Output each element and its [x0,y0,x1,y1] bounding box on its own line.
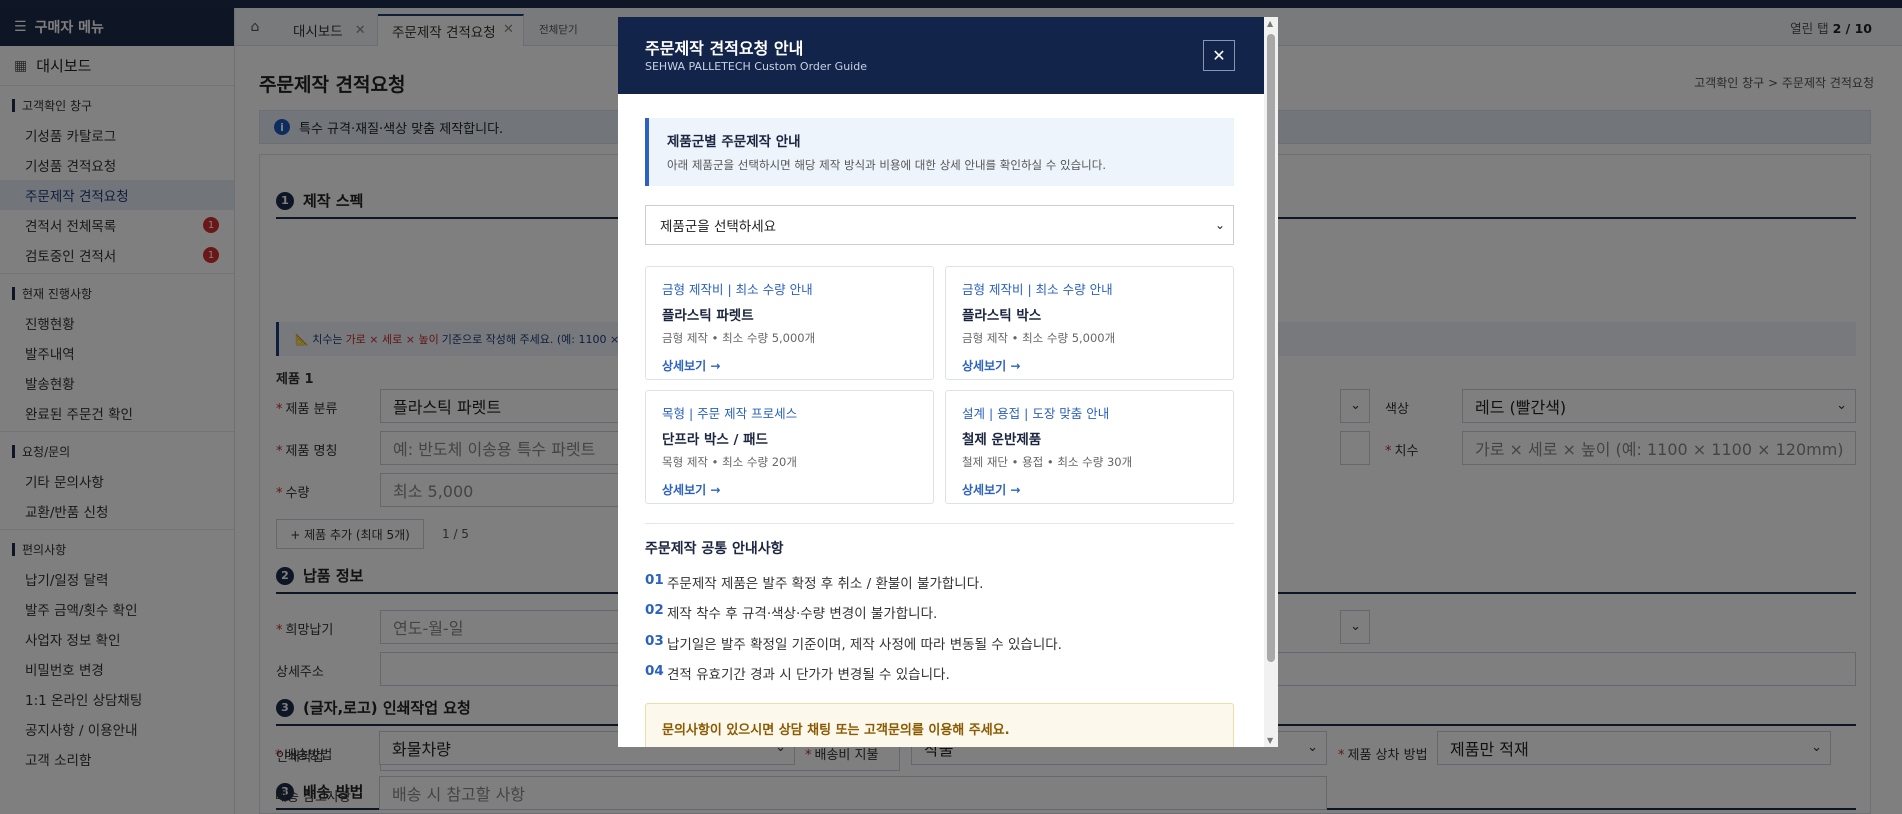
guide-title: 제품군별 주문제작 안내 [667,134,801,150]
scroll-down-arrow-icon[interactable]: ▼ [1267,736,1273,745]
scroll-up-arrow-icon[interactable]: ▲ [1267,19,1273,28]
card-desc: 목형 제작 • 최소 수량 20개 [662,455,797,469]
item-number: 02 [645,602,664,618]
card-desc: 철제 재단 • 용접 • 최소 수량 30개 [962,455,1133,469]
scrollbar-thumb[interactable] [1267,34,1275,662]
product-card-plastic-box[interactable]: 금형 제작비 | 최소 수량 안내 플라스틱 박스 금형 제작 • 최소 수량 … [945,266,1234,380]
item-text: 제작 착수 후 규격·색상·수량 변경이 불가합니다. [667,606,938,622]
common-notice-item: 02 제작 착수 후 규격·색상·수량 변경이 불가합니다. [645,602,937,622]
card-category: 설계 | 용접 | 도장 맞춤 안내 [962,406,1110,421]
card-name: 철제 운반제품 [962,432,1042,448]
item-number: 04 [645,663,664,679]
modal-header: 주문제작 견적요청 안내 SEHWA PALLETECH Custom Orde… [618,17,1264,94]
divider [645,523,1234,524]
contact-notice: 문의사항이 있으시면 상담 채팅 또는 고객문의를 이용해 주세요. [645,703,1234,747]
modal-title: 주문제작 견적요청 안내 [645,39,804,58]
card-desc: 금형 제작 • 최소 수량 5,000개 [962,331,1116,345]
item-number: 03 [645,633,664,649]
detail-link[interactable]: 상세보기 → [962,481,1233,498]
guide-description: 아래 제품군을 선택하시면 해당 제작 방식과 비용에 대한 상세 안내를 확인… [667,158,1106,172]
card-category: 금형 제작비 | 최소 수량 안내 [662,282,813,297]
select-value: 제품군을 선택하세요 [660,219,777,235]
product-card-plastic-pallet[interactable]: 금형 제작비 | 최소 수량 안내 플라스틱 파렛트 금형 제작 • 최소 수량… [645,266,934,380]
modal-subtitle: SEHWA PALLETECH Custom Order Guide [645,60,867,73]
card-desc: 금형 제작 • 최소 수량 5,000개 [662,331,816,345]
item-text: 납기일은 발주 확정일 기준이며, 제작 사정에 따라 변동될 수 있습니다. [667,637,1062,653]
guide-modal: 주문제작 견적요청 안내 SEHWA PALLETECH Custom Orde… [618,17,1278,747]
common-notice-item: 04 견적 유효기간 경과 시 단가가 변경될 수 있습니다. [645,663,950,683]
common-notice-item: 01 주문제작 제품은 발주 확정 후 취소 / 환불이 불가합니다. [645,572,983,592]
close-icon: ✕ [1212,46,1226,65]
card-name: 플라스틱 파렛트 [662,308,754,324]
chevron-down-icon: ⌄ [1214,218,1225,232]
card-category: 목형 | 주문 제작 프로세스 [662,406,798,421]
common-notice-item: 03 납기일은 발주 확정일 기준이며, 제작 사정에 따라 변동될 수 있습니다… [645,633,1062,653]
detail-link[interactable]: 상세보기 → [662,357,933,374]
common-notice-title: 주문제작 공통 안내사항 [645,541,784,557]
guide-box: 제품군별 주문제작 안내 아래 제품군을 선택하시면 해당 제작 방식과 비용에… [645,118,1234,186]
item-text: 주문제작 제품은 발주 확정 후 취소 / 환불이 불가합니다. [667,576,984,592]
card-category: 금형 제작비 | 최소 수량 안내 [962,282,1113,297]
detail-link[interactable]: 상세보기 → [662,481,933,498]
card-name: 플라스틱 박스 [962,308,1042,324]
product-card-danpla[interactable]: 목형 | 주문 제작 프로세스 단프라 박스 / 패드 목형 제작 • 최소 수… [645,390,934,504]
close-button[interactable]: ✕ [1203,40,1235,71]
product-group-select[interactable]: 제품군을 선택하세요 ⌄ [645,205,1234,245]
product-card-steel[interactable]: 설계 | 용접 | 도장 맞춤 안내 철제 운반제품 철제 재단 • 용접 • … [945,390,1234,504]
detail-link[interactable]: 상세보기 → [962,357,1233,374]
item-text: 견적 유효기간 경과 시 단가가 변경될 수 있습니다. [667,667,950,683]
item-number: 01 [645,572,664,588]
card-name: 단프라 박스 / 패드 [662,432,768,448]
modal-scrollbar[interactable]: ▲ ▼ [1264,17,1278,747]
